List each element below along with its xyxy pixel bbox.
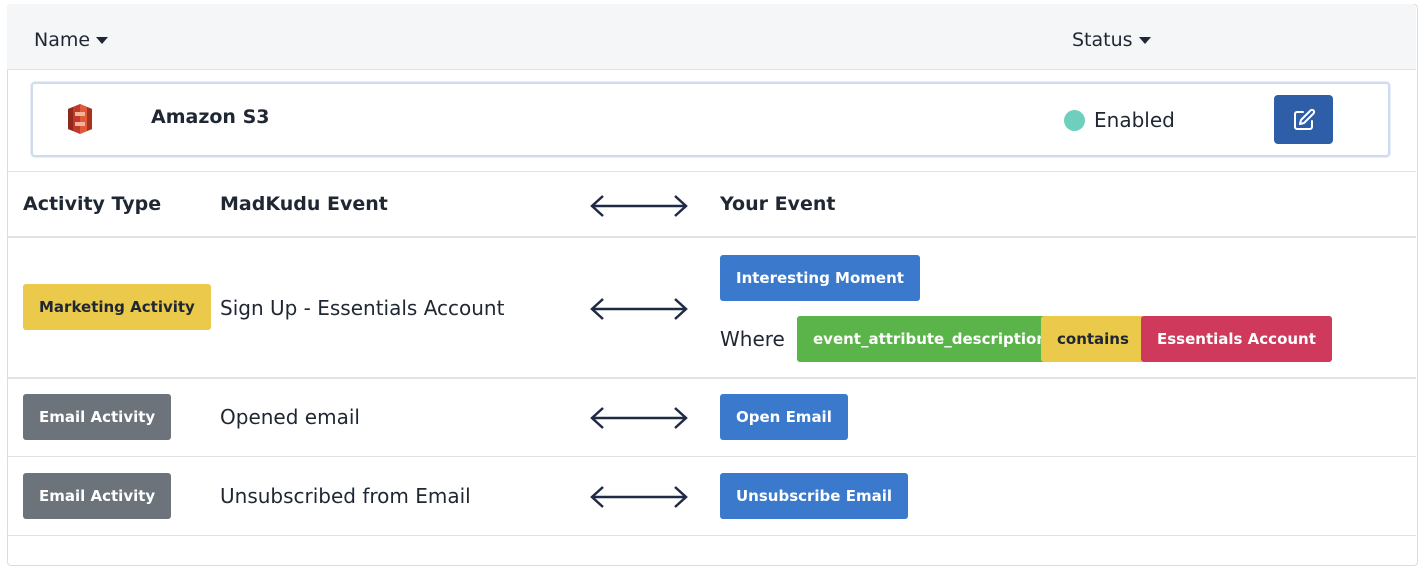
madkudu-event-name: Unsubscribed from Email: [220, 484, 471, 508]
double-arrow-icon: [590, 486, 688, 508]
madkudu-event-name: Sign Up - Essentials Account: [220, 296, 505, 320]
row-divider: [7, 535, 1416, 536]
activity-type-header: Activity Type: [23, 193, 162, 215]
caret-down-icon: [96, 36, 109, 44]
your-event-header: Your Event: [720, 193, 836, 215]
status-column-label: Status: [1072, 29, 1133, 51]
list-header: Name Status: [7, 4, 1416, 70]
double-arrow-icon: [590, 195, 688, 217]
row-divider: [7, 456, 1416, 457]
activity-type-badge: Email Activity: [23, 394, 172, 440]
status-indicator: [1064, 110, 1085, 131]
your-event-badge[interactable]: Unsubscribe Email: [720, 473, 908, 519]
edit-icon: [1293, 108, 1315, 130]
condition-operator-badge[interactable]: contains: [1041, 316, 1145, 362]
row-divider: [7, 377, 1416, 379]
integration-row[interactable]: Amazon S3 Enabled: [31, 82, 1390, 157]
amazon-s3-logo-icon: [68, 104, 92, 134]
where-label: Where: [720, 327, 785, 351]
activity-type-badge: Marketing Activity: [23, 284, 211, 330]
condition-attribute-badge[interactable]: event_attribute_description: [797, 316, 1064, 362]
header-divider: [7, 236, 1416, 238]
activity-type-badge: Email Activity: [23, 473, 172, 519]
double-arrow-icon: [590, 298, 688, 320]
name-column-sort[interactable]: Name: [34, 29, 109, 51]
name-column-label: Name: [34, 29, 91, 51]
madkudu-event-name: Opened email: [220, 405, 360, 429]
divider: [7, 171, 1416, 172]
integration-name: Amazon S3: [151, 106, 270, 128]
status-column-sort[interactable]: Status: [1072, 29, 1151, 51]
double-arrow-icon: [590, 407, 688, 429]
your-event-badge[interactable]: Open Email: [720, 394, 848, 440]
caret-down-icon: [1138, 36, 1151, 44]
edit-integration-button[interactable]: [1274, 95, 1333, 144]
integration-status: Enabled: [1094, 108, 1175, 132]
condition-value-badge[interactable]: Essentials Account: [1141, 316, 1332, 362]
madkudu-event-header: MadKudu Event: [220, 193, 388, 215]
your-event-badge[interactable]: Interesting Moment: [720, 255, 920, 301]
